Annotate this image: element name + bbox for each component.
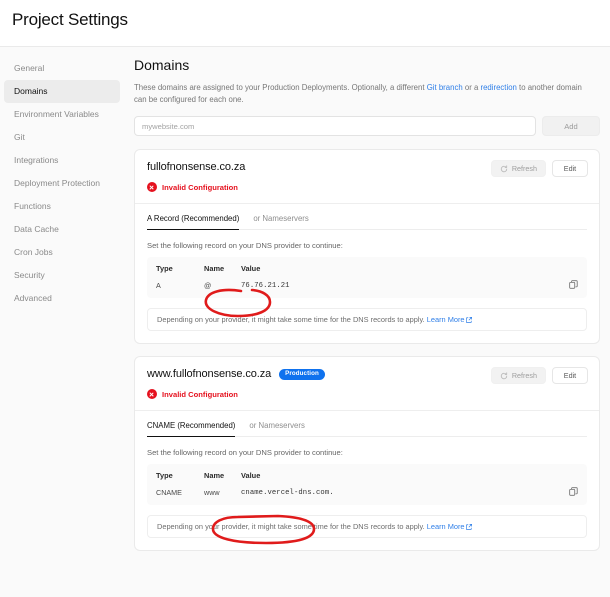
page-title: Project Settings <box>12 10 128 29</box>
sidebar-item-domains[interactable]: Domains <box>4 79 120 103</box>
column-header-type: Type <box>156 264 173 274</box>
column-header-value: Value <box>241 264 261 274</box>
dns-record-table: Type Name Value A @ 76.76.21.21 <box>147 257 587 299</box>
sidebar-item-deployment-protection[interactable]: Deployment Protection <box>4 172 120 195</box>
production-badge: Production <box>279 368 325 380</box>
project-settings-page: Project Settings General Domains Environ… <box>0 0 610 597</box>
sidebar-item-functions[interactable]: Functions <box>4 195 120 218</box>
sidebar-item-general[interactable]: General <box>4 57 120 80</box>
tab-cname-record[interactable]: CNAME (Recommended) <box>147 421 236 438</box>
domain-card-header: fullofnonsense.co.za Refresh Edit Invali… <box>135 150 599 203</box>
tab-nameservers[interactable]: or Nameservers <box>249 421 304 436</box>
cell-record-value: 76.76.21.21 <box>241 281 290 290</box>
description-text-pre: These domains are assigned to your Produ… <box>134 83 427 92</box>
sidebar-item-cron-jobs[interactable]: Cron Jobs <box>4 241 120 264</box>
domain-name: www.fullofnonsense.co.za <box>147 368 272 381</box>
git-branch-link[interactable]: Git branch <box>427 83 463 92</box>
column-header-name: Name <box>204 471 225 481</box>
hint-text: Depending on your provider, it might tak… <box>157 315 427 325</box>
column-header-name: Name <box>204 264 225 274</box>
domain-card-www: www.fullofnonsense.co.za Production Refr… <box>134 356 600 552</box>
learn-more-link[interactable]: Learn More <box>427 315 465 324</box>
sidebar-item-data-cache[interactable]: Data Cache <box>4 218 120 241</box>
sidebar-item-environment-variables[interactable]: Environment Variables <box>4 103 120 126</box>
table-row: A @ 76.76.21.21 <box>156 281 578 290</box>
refresh-icon <box>500 165 508 172</box>
domain-card-body: CNAME (Recommended) or Nameservers Set t… <box>135 410 599 550</box>
domains-description: These domains are assigned to your Produ… <box>134 82 589 106</box>
column-header-value: Value <box>241 471 261 481</box>
domains-heading: Domains <box>134 57 190 73</box>
cell-record-type: CNAME <box>156 488 182 498</box>
settings-sidebar: General Domains Environment Variables Gi… <box>0 47 124 310</box>
copy-icon[interactable] <box>569 487 578 496</box>
redirection-link[interactable]: redirection <box>480 83 516 92</box>
add-domain-input[interactable] <box>134 116 536 137</box>
error-circle-x-icon <box>147 182 157 193</box>
table-header-row: Type Name Value <box>156 471 578 480</box>
sidebar-item-git[interactable]: Git <box>4 126 120 149</box>
description-text-mid: or a <box>462 83 481 92</box>
hint-text: Depending on your provider, it might tak… <box>157 522 427 532</box>
status-text: Invalid Configuration <box>162 389 238 399</box>
body-wrapper: General Domains Environment Variables Gi… <box>0 46 610 597</box>
record-instruction: Set the following record on your DNS pro… <box>147 448 343 458</box>
domain-card-body: A Record (Recommended) or Nameservers Se… <box>135 203 599 343</box>
refresh-button[interactable]: Refresh <box>490 367 546 385</box>
refresh-icon <box>500 372 508 379</box>
table-row: CNAME www cname.vercel-dns.com. <box>156 488 578 497</box>
external-link-icon <box>465 317 472 324</box>
domain-card-header: www.fullofnonsense.co.za Production Refr… <box>135 357 599 410</box>
domain-card-actions: Refresh Edit <box>490 160 588 178</box>
sidebar-item-integrations[interactable]: Integrations <box>4 149 120 172</box>
record-tabs: CNAME (Recommended) or Nameservers <box>147 421 587 438</box>
learn-more-link[interactable]: Learn More <box>427 522 465 531</box>
edit-button[interactable]: Edit <box>552 160 588 178</box>
refresh-button[interactable]: Refresh <box>490 160 546 178</box>
edit-button[interactable]: Edit <box>552 367 588 385</box>
dns-record-table: Type Name Value CNAME www cname.vercel-d… <box>147 464 587 506</box>
domain-card-actions: Refresh Edit <box>490 367 588 385</box>
add-domain-button[interactable]: Add <box>542 116 600 137</box>
cell-record-name: www <box>204 488 220 498</box>
cell-record-type: A <box>156 281 161 291</box>
domain-name: fullofnonsense.co.za <box>147 161 246 174</box>
error-circle-x-icon <box>147 389 157 400</box>
tab-nameservers[interactable]: or Nameservers <box>253 214 308 229</box>
dns-propagation-hint: Depending on your provider, it might tak… <box>147 515 587 539</box>
add-domain-row: Add <box>134 116 600 137</box>
record-instruction: Set the following record on your DNS pro… <box>147 241 343 251</box>
tab-a-record[interactable]: A Record (Recommended) <box>147 214 240 231</box>
status-text: Invalid Configuration <box>162 182 238 192</box>
status-badge: Invalid Configuration <box>147 389 587 400</box>
cell-record-value: cname.vercel-dns.com. <box>241 488 334 497</box>
refresh-button-label: Refresh <box>511 371 537 381</box>
cell-record-name: @ <box>204 281 212 291</box>
table-header-row: Type Name Value <box>156 264 578 273</box>
status-badge: Invalid Configuration <box>147 182 587 193</box>
dns-propagation-hint: Depending on your provider, it might tak… <box>147 308 587 332</box>
sidebar-item-advanced[interactable]: Advanced <box>4 287 120 310</box>
copy-icon[interactable] <box>569 280 578 289</box>
column-header-type: Type <box>156 471 173 481</box>
domains-panel: Domains These domains are assigned to yo… <box>124 47 610 563</box>
top-header: Project Settings <box>0 0 610 46</box>
domain-card-apex: fullofnonsense.co.za Refresh Edit Invali… <box>134 149 600 345</box>
record-tabs: A Record (Recommended) or Nameservers <box>147 214 587 231</box>
refresh-button-label: Refresh <box>511 164 537 174</box>
external-link-icon <box>465 524 472 531</box>
sidebar-item-security[interactable]: Security <box>4 264 120 287</box>
